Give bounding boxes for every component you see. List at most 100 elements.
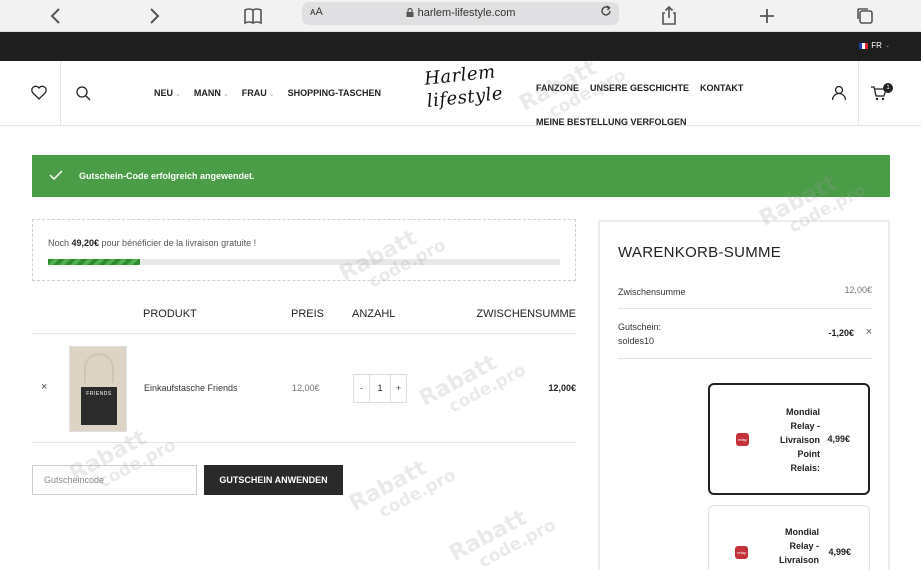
new-tab-icon[interactable] bbox=[755, 4, 779, 28]
opt-line: Mondial bbox=[786, 407, 820, 417]
mondial-relay-logo: relay bbox=[735, 546, 748, 559]
lock-icon bbox=[406, 8, 414, 17]
language-selector[interactable]: FR ⌄ bbox=[859, 41, 890, 50]
header-product: PRODUKT bbox=[143, 308, 197, 320]
bag-print: FRIENDS bbox=[81, 387, 117, 425]
chevron-down-icon: ⌄ bbox=[884, 43, 890, 49]
nav-item-mann[interactable]: MANN ⌄ bbox=[194, 88, 229, 98]
free-shipping-suffix: pour bénéficier de la livraison gratuite… bbox=[99, 238, 257, 248]
free-shipping-amount: 49,20€ bbox=[71, 238, 100, 248]
chevron-down-icon: ⌄ bbox=[175, 91, 181, 98]
user-icon[interactable] bbox=[829, 83, 849, 103]
product-thumbnail[interactable]: FRIENDS bbox=[69, 346, 127, 432]
totals-title: WARENKORB-SUMME bbox=[618, 244, 782, 261]
opt-line: Livraison bbox=[779, 435, 820, 445]
shipping-option-selected[interactable]: relay Mondial Relay - Livraison Point Relais… bbox=[708, 383, 870, 495]
forward-icon[interactable] bbox=[142, 4, 166, 28]
chevron-down-icon: ⌄ bbox=[222, 91, 229, 98]
opt-line: Livraison bbox=[778, 555, 819, 565]
remove-item-button[interactable]: × bbox=[41, 381, 47, 393]
header-divider bbox=[60, 61, 61, 125]
opt-line: Relais: bbox=[790, 463, 820, 473]
cart-table-header: PRODUKT PREIS ANZAHL ZWISCHENSUMME bbox=[32, 300, 576, 334]
header-subtotal: ZWISCHENSUMME bbox=[476, 308, 576, 320]
progress-fill bbox=[48, 259, 141, 265]
coupon-code: soldes10 bbox=[618, 336, 655, 346]
flag-stripe-red bbox=[865, 42, 869, 49]
nav-label: MANN bbox=[193, 88, 221, 98]
top-bar: FR ⌄ bbox=[0, 32, 921, 61]
language-label: FR bbox=[871, 41, 882, 50]
watermark-line: Rabatt bbox=[445, 505, 531, 567]
nav-item-kontakt[interactable]: KONTAKT bbox=[700, 83, 743, 93]
coupon-row: Gutschein: soldes10 -1,20€ × bbox=[618, 309, 872, 359]
apply-coupon-button[interactable]: GUTSCHEIN ANWENDEN bbox=[204, 465, 343, 495]
shipping-option-name: Mondial Relay - Livraison Point Relais: bbox=[770, 405, 820, 475]
quantity-decrease-button[interactable]: - bbox=[353, 374, 370, 403]
coupon-discount-value: -1,20€ bbox=[828, 328, 854, 338]
quantity-increase-button[interactable]: + bbox=[390, 374, 407, 403]
opt-line: Relay - bbox=[789, 541, 819, 551]
check-icon bbox=[49, 170, 63, 181]
item-subtotal: 12,00€ bbox=[548, 383, 576, 393]
mondial-relay-logo: relay bbox=[736, 433, 749, 446]
shipping-option-price: 4,99€ bbox=[828, 547, 851, 557]
header-price: PREIS bbox=[291, 308, 325, 320]
shipping-option-price: 4,99€ bbox=[827, 434, 850, 444]
nav-item-frau[interactable]: FRAU ⌄ bbox=[242, 88, 275, 98]
main-nav-right: FANZONE UNSERE GESCHICHTE KONTAKT MEINE BES… bbox=[536, 71, 766, 139]
nav-item-shopping-taschen[interactable]: SHOPPING-TASCHEN bbox=[288, 88, 381, 98]
opt-line: Point bbox=[797, 449, 821, 459]
nav-item-unsere-geschichte[interactable]: UNSERE GESCHICHTE bbox=[590, 83, 689, 93]
tabs-icon[interactable] bbox=[853, 4, 877, 28]
opt-line: Mondial bbox=[785, 527, 819, 537]
shipping-option[interactable]: relay Mondial Relay - Livraison 4,99€ bbox=[708, 505, 870, 570]
heart-icon[interactable] bbox=[29, 83, 49, 103]
quantity-stepper: - 1 + bbox=[353, 374, 407, 403]
quantity-input[interactable]: 1 bbox=[370, 374, 390, 403]
subtotal-label: Zwischensumme bbox=[618, 287, 686, 297]
nav-label: SHOPPING-TASCHEN bbox=[287, 88, 381, 98]
watermark-line: code.pro bbox=[375, 465, 460, 523]
back-icon[interactable] bbox=[44, 4, 68, 28]
free-shipping-progress bbox=[48, 259, 560, 265]
address-bar[interactable]: ᴀA harlem-lifestyle.com bbox=[302, 2, 619, 25]
nav-item-bestellung-verfolgen[interactable]: MEINE BESTELLUNG VERFOLGEN bbox=[536, 117, 687, 127]
notice-message: Gutschein-Code erfolgreich angewendet. bbox=[79, 171, 255, 181]
header-quantity: ANZAHL bbox=[352, 308, 396, 320]
nav-item-neu[interactable]: NEU ⌄ bbox=[154, 88, 181, 98]
site-logo[interactable]: Harlem lifestyle bbox=[410, 61, 510, 121]
product-name-link[interactable]: Einkaufstasche Friends bbox=[144, 383, 238, 393]
watermark: Rabatt code.pro bbox=[445, 497, 560, 570]
subtotal-value: 12,00€ bbox=[844, 285, 872, 295]
free-shipping-box: Noch 49,20€ pour bénéficier de la livrai… bbox=[32, 219, 576, 281]
free-shipping-prefix: Noch bbox=[48, 238, 72, 248]
url-text: harlem-lifestyle.com bbox=[417, 7, 516, 19]
search-icon[interactable] bbox=[73, 83, 93, 103]
main-nav-left: NEU ⌄ MANN ⌄ FRAU ⌄ SHOPPING-TASCHEN bbox=[154, 88, 381, 98]
remove-coupon-button[interactable]: × bbox=[866, 326, 872, 338]
coupon-label-line1: Gutschein: bbox=[618, 322, 662, 332]
share-icon[interactable] bbox=[657, 4, 681, 28]
opt-line: Relay - bbox=[790, 421, 820, 431]
cart-item-row: × FRIENDS Einkaufstasche Friends 12,00€ … bbox=[32, 334, 576, 443]
watermark: Rabatt code.pro bbox=[345, 447, 460, 532]
success-notice: Gutschein-Code erfolgreich angewendet. bbox=[32, 155, 890, 197]
watermark-line: code.pro bbox=[475, 515, 560, 570]
coupon-label: Gutschein: soldes10 bbox=[618, 320, 661, 348]
shipping-option-name: Mondial Relay - Livraison bbox=[769, 525, 819, 567]
france-flag-icon bbox=[859, 42, 869, 49]
coupon-code-input[interactable] bbox=[32, 465, 197, 495]
browser-toolbar: ᴀA harlem-lifestyle.com bbox=[0, 0, 921, 32]
bag-handle bbox=[84, 353, 114, 383]
watermark-line: Rabatt bbox=[345, 455, 431, 517]
nav-item-fanzone[interactable]: FANZONE bbox=[536, 83, 579, 93]
free-shipping-text: Noch 49,20€ pour bénéficier de la livrai… bbox=[48, 238, 256, 248]
nav-label: FRAU bbox=[241, 88, 267, 98]
bag-print-text: FRIENDS bbox=[86, 391, 112, 397]
cart-count-badge: 1 bbox=[883, 83, 893, 93]
product-price: 12,00€ bbox=[292, 383, 320, 393]
header-divider bbox=[858, 61, 859, 125]
reload-icon[interactable] bbox=[599, 4, 613, 21]
bookmarks-icon[interactable] bbox=[241, 4, 265, 28]
